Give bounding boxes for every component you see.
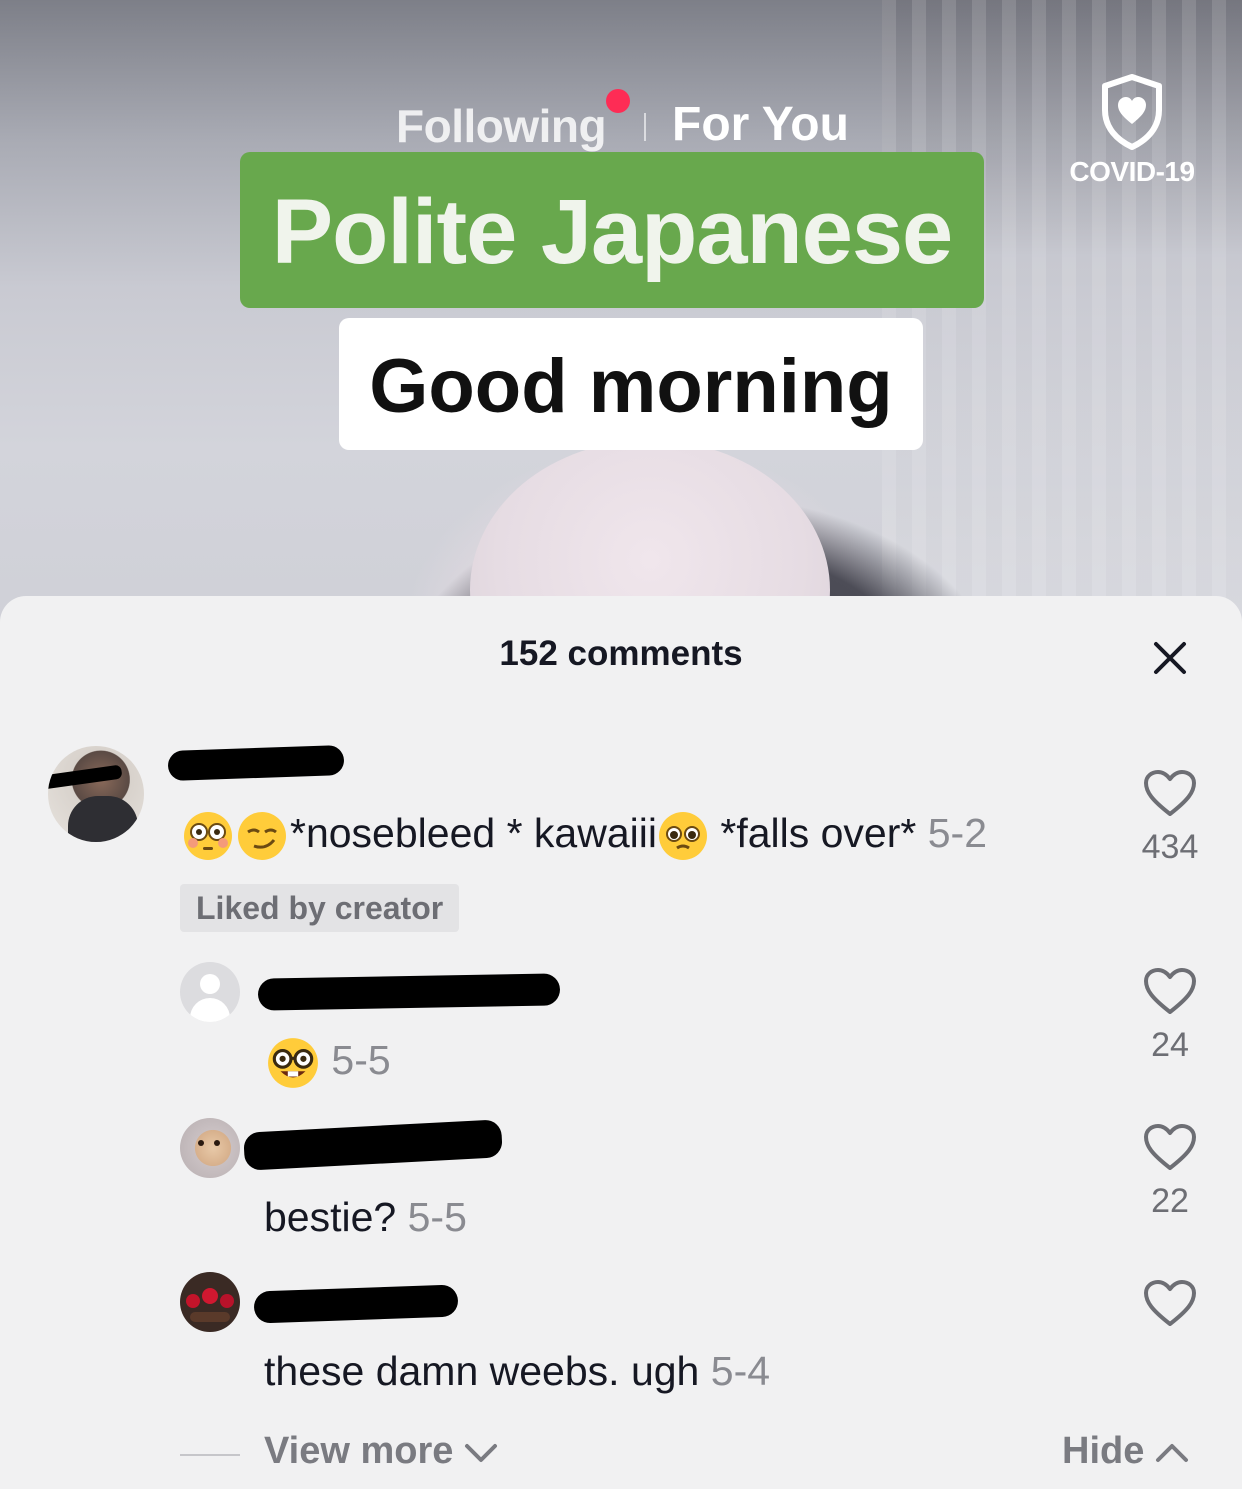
avatar[interactable] bbox=[180, 1118, 240, 1178]
like-button[interactable]: 22 bbox=[1130, 1122, 1210, 1221]
video-player[interactable]: Following For You COVID-19 Polite Japane… bbox=[0, 0, 1242, 640]
tab-divider bbox=[644, 113, 646, 141]
tab-following[interactable]: Following bbox=[396, 99, 607, 153]
like-count: 434 bbox=[1141, 828, 1199, 866]
liked-by-creator-badge: Liked by creator bbox=[180, 884, 460, 932]
video-caption-title: Polite Japanese bbox=[240, 152, 984, 308]
heart-icon bbox=[1144, 1280, 1196, 1326]
like-count: 22 bbox=[1151, 1182, 1189, 1220]
close-icon[interactable] bbox=[1150, 638, 1190, 678]
comment-date: 5-4 bbox=[710, 1348, 771, 1394]
live-indicator-dot bbox=[606, 89, 630, 113]
heart-icon bbox=[1144, 1124, 1196, 1170]
comment-text: *nosebleed * kawaiii *falls over* 5-2 bbox=[182, 810, 987, 862]
redacted-username bbox=[167, 744, 345, 782]
avatar[interactable] bbox=[180, 1272, 240, 1332]
heart-icon bbox=[1144, 770, 1196, 816]
flushed-emoji bbox=[184, 812, 232, 861]
comment-body: these damn weebs. ugh bbox=[264, 1348, 700, 1394]
smirk-emoji bbox=[238, 812, 286, 861]
redacted-username bbox=[243, 1119, 503, 1171]
covid-info-button[interactable]: COVID-19 bbox=[1062, 74, 1202, 194]
chevron-up-icon bbox=[1155, 1443, 1188, 1462]
video-caption-subtitle: Good morning bbox=[339, 318, 923, 450]
comment-text: bestie? 5-5 bbox=[264, 1194, 467, 1241]
feed-tabs: Following For You bbox=[0, 89, 1242, 155]
covid-label: COVID-19 bbox=[1069, 156, 1195, 187]
comments-count-title: 152 comments bbox=[499, 634, 743, 673]
chevron-down-icon bbox=[464, 1443, 497, 1462]
view-more-label: View more bbox=[264, 1430, 454, 1472]
comment-body: *nosebleed * kawaiii bbox=[290, 810, 657, 856]
tab-for-you[interactable]: For You bbox=[672, 97, 849, 152]
hide-replies-button[interactable]: Hide bbox=[1062, 1430, 1189, 1473]
redacted-username bbox=[253, 1284, 459, 1324]
comment-body-tail: *falls over* bbox=[708, 810, 917, 856]
covid-shield-icon bbox=[1102, 74, 1162, 150]
comment-text: these damn weebs. ugh 5-4 bbox=[264, 1348, 770, 1395]
redacted-username bbox=[257, 973, 561, 1011]
nerd-emoji bbox=[268, 1038, 318, 1088]
pleading-emoji bbox=[658, 812, 707, 861]
comment-date: 5-5 bbox=[407, 1194, 467, 1240]
comments-sheet: 152 comments *nosebleed * kawaiii *falls… bbox=[0, 596, 1242, 1489]
comment-date: 5-5 bbox=[331, 1036, 391, 1083]
like-button[interactable] bbox=[1130, 1278, 1210, 1328]
hide-label: Hide bbox=[1062, 1430, 1145, 1472]
avatar[interactable] bbox=[48, 746, 144, 842]
like-button[interactable]: 434 bbox=[1130, 768, 1210, 867]
comment-body: bestie? bbox=[264, 1194, 397, 1240]
comment-text: 5-5 bbox=[266, 1036, 391, 1090]
heart-icon bbox=[1144, 968, 1196, 1014]
view-more-replies-button[interactable]: View more bbox=[264, 1430, 498, 1473]
comment-date: 5-2 bbox=[927, 810, 988, 856]
replies-divider bbox=[180, 1454, 240, 1456]
like-button[interactable]: 24 bbox=[1130, 966, 1210, 1065]
avatar[interactable] bbox=[180, 962, 240, 1022]
like-count: 24 bbox=[1151, 1026, 1189, 1064]
